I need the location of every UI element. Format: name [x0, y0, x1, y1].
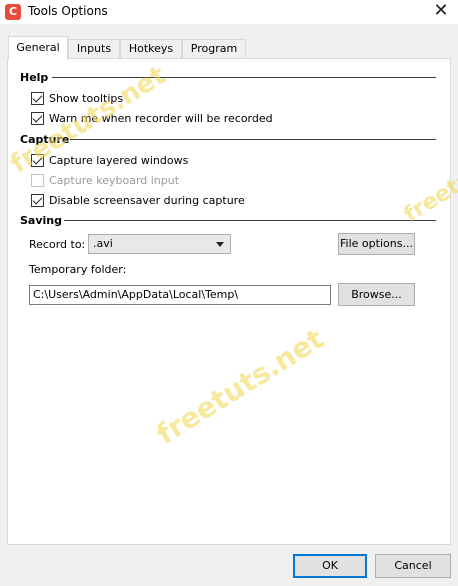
app-icon-letter: C — [9, 5, 18, 18]
show-tooltips-checkbox[interactable] — [31, 92, 44, 105]
temp-folder-label: Temporary folder: — [29, 263, 127, 276]
help-divider — [52, 77, 436, 78]
warn-recorded-checkbox[interactable] — [31, 112, 44, 125]
disable-screensaver-checkbox[interactable] — [31, 194, 44, 207]
saving-heading: Saving — [20, 214, 62, 227]
record-to-value: .avi — [93, 237, 113, 250]
window-title: Tools Options — [28, 4, 108, 18]
ok-button[interactable]: OK — [293, 554, 367, 578]
record-to-label: Record to: — [29, 238, 86, 251]
capture-divider — [70, 139, 436, 140]
help-heading: Help — [20, 71, 49, 84]
disable-screensaver-label[interactable]: Disable screensaver during capture — [49, 194, 245, 207]
close-icon: ✕ — [433, 0, 449, 21]
app-icon: C — [5, 4, 21, 20]
tab-general[interactable]: General — [8, 36, 68, 60]
chevron-down-icon — [216, 242, 224, 247]
temp-folder-input[interactable]: C:\Users\Admin\AppData\Local\Temp\ — [29, 285, 331, 305]
browse-button[interactable]: Browse... — [338, 283, 415, 306]
capture-keyboard-checkbox — [31, 174, 44, 187]
capture-keyboard-label: Capture keyboard input — [49, 174, 180, 187]
tab-inputs[interactable]: Inputs — [68, 39, 120, 59]
capture-layered-label[interactable]: Capture layered windows — [49, 154, 188, 167]
record-to-dropdown[interactable]: .avi — [88, 234, 231, 254]
close-button[interactable]: ✕ — [424, 0, 458, 24]
title-bar: C Tools Options ✕ — [0, 0, 458, 24]
cancel-button[interactable]: Cancel — [375, 554, 451, 578]
saving-divider — [64, 220, 436, 221]
tab-hotkeys[interactable]: Hotkeys — [120, 39, 182, 59]
tab-program[interactable]: Program — [182, 39, 246, 59]
file-options-button[interactable]: File options... — [338, 233, 415, 255]
